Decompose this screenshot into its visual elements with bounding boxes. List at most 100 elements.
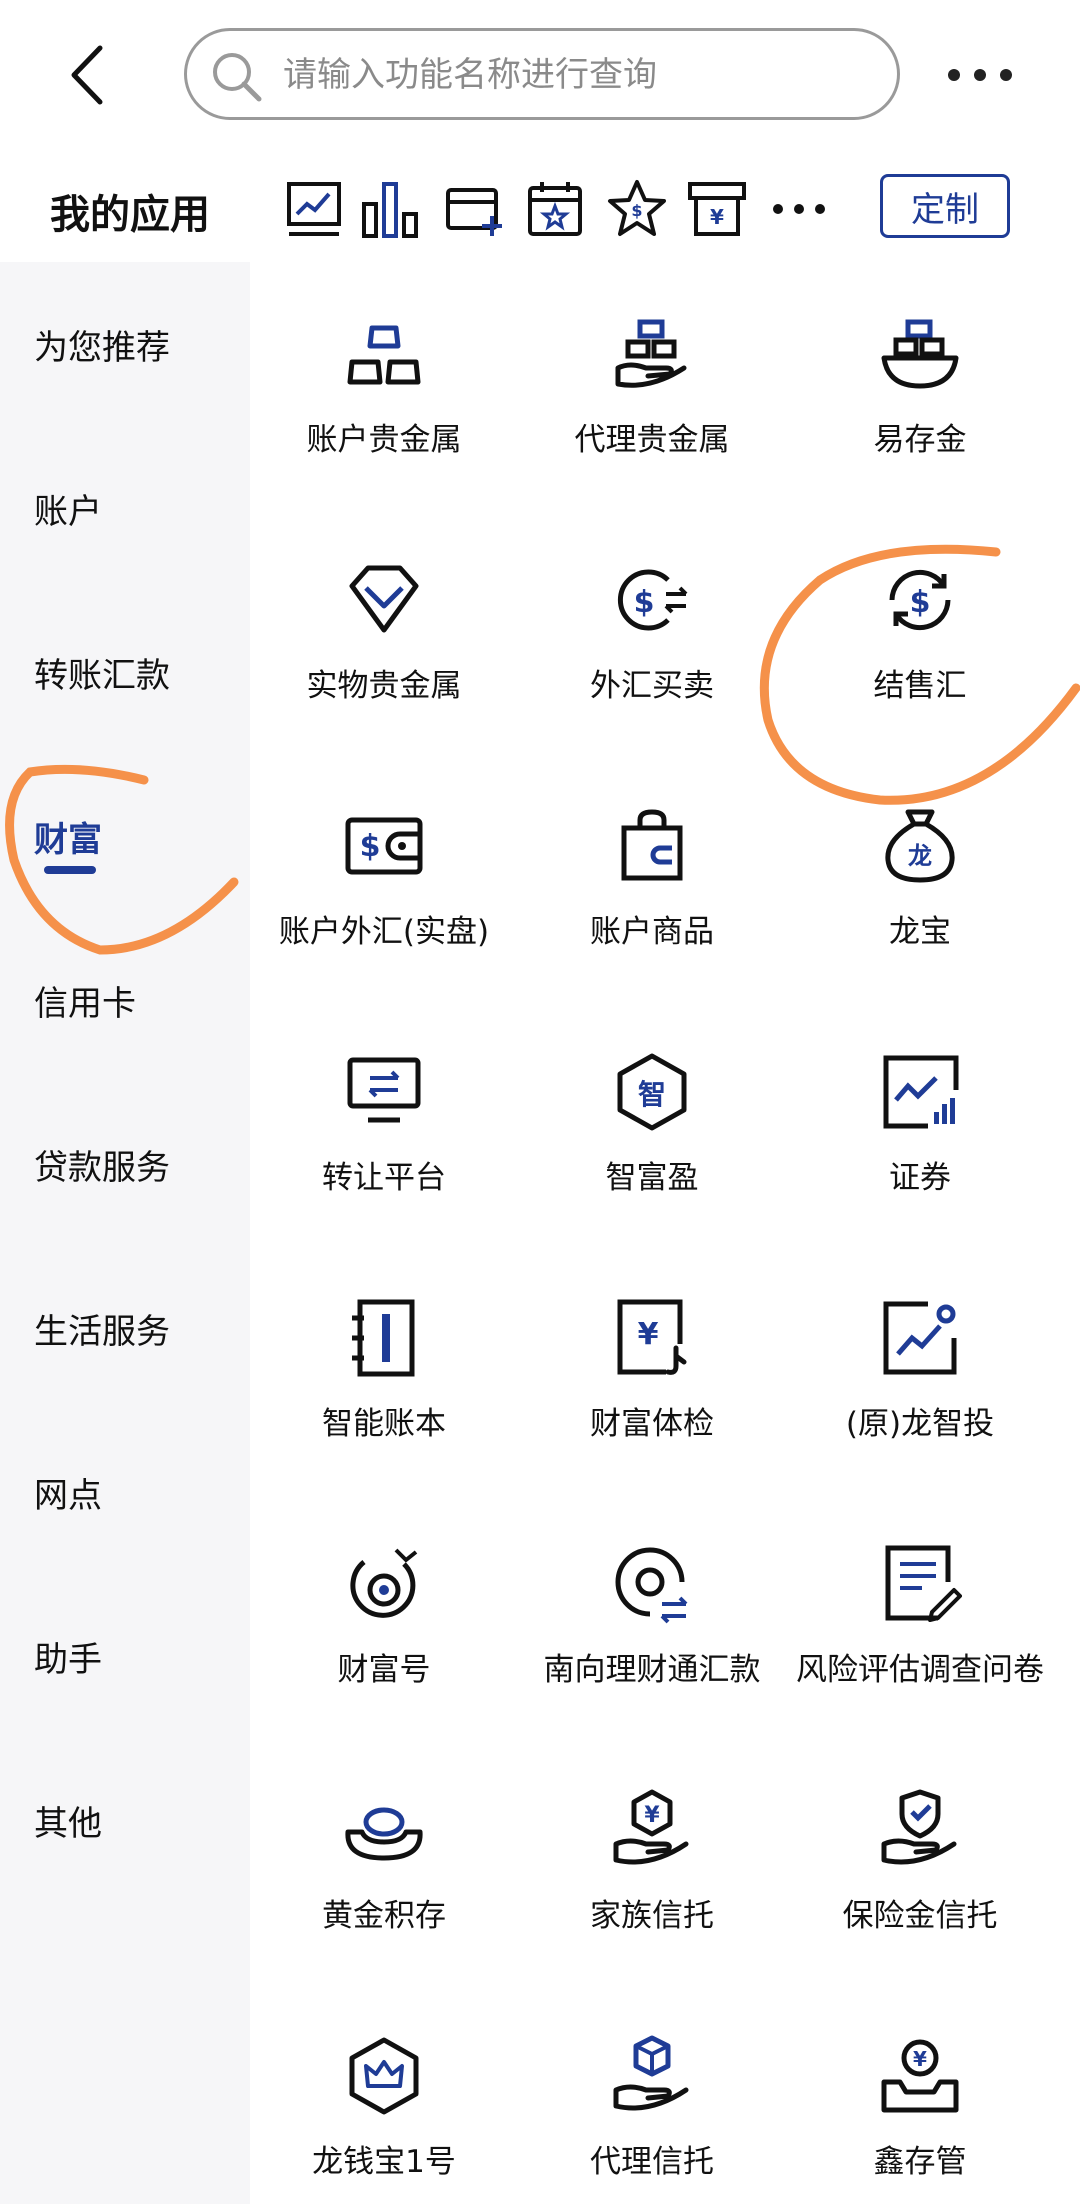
coin-transfer-icon [615,1547,688,1624]
app-label: 鑫存管 [873,2144,967,2180]
app-family-trust[interactable]: ¥ 家族信托 [518,1788,786,1938]
target-icon [350,1548,418,1618]
svg-text:¥: ¥ [710,205,724,229]
sidebar-item-branches[interactable]: 网点 [34,1468,244,1517]
dollar-cycle-icon: $ [889,569,951,631]
app-easy-gold-deposit[interactable]: 易存金 [786,312,1054,462]
app-label: 易存金 [873,422,967,458]
app-forex-trading[interactable]: $ 外汇买卖 [518,558,786,708]
diamond-icon [349,565,419,633]
app-long-qian-bao-1[interactable]: 龙钱宝1号 [250,2034,518,2184]
app-grid: 账户贵金属 代理贵金属 易存金 实物贵金属 $ 外汇买卖 $ 结售汇 $ 账户外… [250,262,1080,2204]
app-label: (原)龙智投 [845,1406,995,1442]
app-transfer-platform[interactable]: 转让平台 [250,1050,518,1200]
app-southbound-wealth-remittance[interactable]: 南向理财通汇款 [518,1542,786,1692]
app-label: 财富号 [337,1652,431,1688]
app-foreign-exchange-settlement[interactable]: $ 结售汇 [786,558,1054,708]
app-label: 智能账本 [322,1406,446,1442]
app-physical-precious-metals[interactable]: 实物贵金属 [250,558,518,708]
app-long-zhi-tou[interactable]: (原)龙智投 [786,1296,1054,1446]
star-dollar-icon[interactable]: $ [606,178,668,240]
app-agency-precious-metals[interactable]: 代理贵金属 [518,312,786,462]
dollar-exchange-icon: $ [617,569,688,631]
app-label: 龙宝 [889,914,951,950]
app-account-forex-spot[interactable]: $ 账户外汇(实盘) [250,804,518,954]
active-tab-indicator [44,866,96,874]
gold-bars-icon [347,325,421,385]
money-bag-icon: 龙 [885,809,955,883]
app-label: 外汇买卖 [590,668,714,704]
search-icon [213,53,262,102]
hexagon-crown-icon [349,2037,419,2115]
more-apps-icon[interactable] [768,178,830,240]
monitor-transfer-icon [347,1057,421,1123]
wallet-dollar-icon: $ [345,817,423,875]
more-options-icon[interactable] [944,50,1016,100]
bar-chart-icon[interactable] [360,178,422,240]
ledger-book-icon [352,1299,415,1377]
gold-hand-icon [615,319,687,388]
sidebar-item-other[interactable]: 其他 [34,1796,244,1845]
yuan-check-icon: ¥ [617,1299,687,1375]
coin-box-icon: ¥ [881,2039,959,2113]
my-apps-title: 我的应用 [50,192,210,238]
app-label: 风险评估调查问卷 [796,1652,1044,1688]
app-label: 账户商品 [590,914,714,950]
app-insurance-trust[interactable]: 保险金信托 [786,1788,1054,1938]
app-label: 账户外汇(实盘) [278,914,490,950]
app-label: 龙钱宝1号 [312,2144,456,2180]
sidebar-item-account[interactable]: 账户 [34,484,244,533]
app-label: 家族信托 [590,1898,714,1934]
gold-ingot-icon [345,1807,423,1861]
app-account-commodities[interactable]: 账户商品 [518,804,786,954]
hand-yuan-icon: ¥ [613,1789,689,1865]
sidebar-item-life-services[interactable]: 生活服务 [34,1304,244,1353]
category-sidebar: 为您推荐 账户 转账汇款 财富 信用卡 贷款服务 生活服务 网点 助手 其他 [0,262,250,2204]
search-input[interactable] [283,45,883,105]
search-bar[interactable] [184,28,900,120]
app-account-precious-metals[interactable]: 账户贵金属 [250,312,518,462]
back-arrow-icon[interactable] [60,40,120,110]
app-xin-cun-guan[interactable]: ¥ 鑫存管 [786,2034,1054,2184]
sidebar-item-wealth[interactable]: 财富 [34,812,244,861]
app-label: 南向理财通汇款 [543,1652,761,1688]
app-label: 账户贵金属 [306,422,462,458]
app-securities[interactable]: 证券 [786,1050,1054,1200]
app-smart-ledger[interactable]: 智能账本 [250,1296,518,1446]
app-risk-assessment-survey[interactable]: 风险评估调查问卷 [786,1542,1054,1692]
app-label: 实物贵金属 [306,668,462,704]
app-label: 代理贵金属 [574,422,730,458]
app-gold-accumulation[interactable]: 黄金积存 [250,1788,518,1938]
sidebar-item-transfer[interactable]: 转账汇款 [34,648,244,697]
svg-text:$: $ [634,585,655,620]
app-label: 财富体检 [590,1406,714,1442]
app-label: 智富盈 [605,1160,699,1196]
card-add-icon[interactable] [444,178,506,240]
app-agency-trust[interactable]: 代理信托 [518,2034,786,2184]
hand-shield-icon [881,1789,957,1865]
shopping-bag-icon [621,809,683,881]
archive-yuan-icon[interactable]: ¥ [686,178,748,240]
app-wealth-checkup[interactable]: ¥ 财富体检 [518,1296,786,1446]
sidebar-item-loan[interactable]: 贷款服务 [34,1140,244,1189]
app-label: 结售汇 [873,668,967,704]
svg-text:¥: ¥ [913,2047,927,2071]
sidebar-item-credit-card[interactable]: 信用卡 [34,976,244,1025]
app-zhi-fu-ying[interactable]: 智 智富盈 [518,1050,786,1200]
app-wealth-account[interactable]: 财富号 [250,1542,518,1692]
gold-bowl-icon [881,319,959,389]
svg-text:$: $ [360,829,381,864]
customize-button[interactable]: 定制 [880,174,1010,238]
app-long-bao[interactable]: 龙 龙宝 [786,804,1054,954]
app-label: 证券 [889,1160,951,1196]
svg-text:$: $ [631,201,642,220]
app-label: 代理信托 [590,2144,714,2180]
calendar-star-icon[interactable] [524,178,586,240]
sidebar-item-recommended[interactable]: 为您推荐 [34,320,244,369]
chart-screen-icon[interactable] [283,178,345,240]
app-label: 保险金信托 [842,1898,998,1934]
svg-text:龙: 龙 [908,842,932,870]
sidebar-item-assistant[interactable]: 助手 [34,1632,244,1681]
trend-up-icon [883,1301,957,1375]
survey-edit-icon [885,1545,962,1622]
